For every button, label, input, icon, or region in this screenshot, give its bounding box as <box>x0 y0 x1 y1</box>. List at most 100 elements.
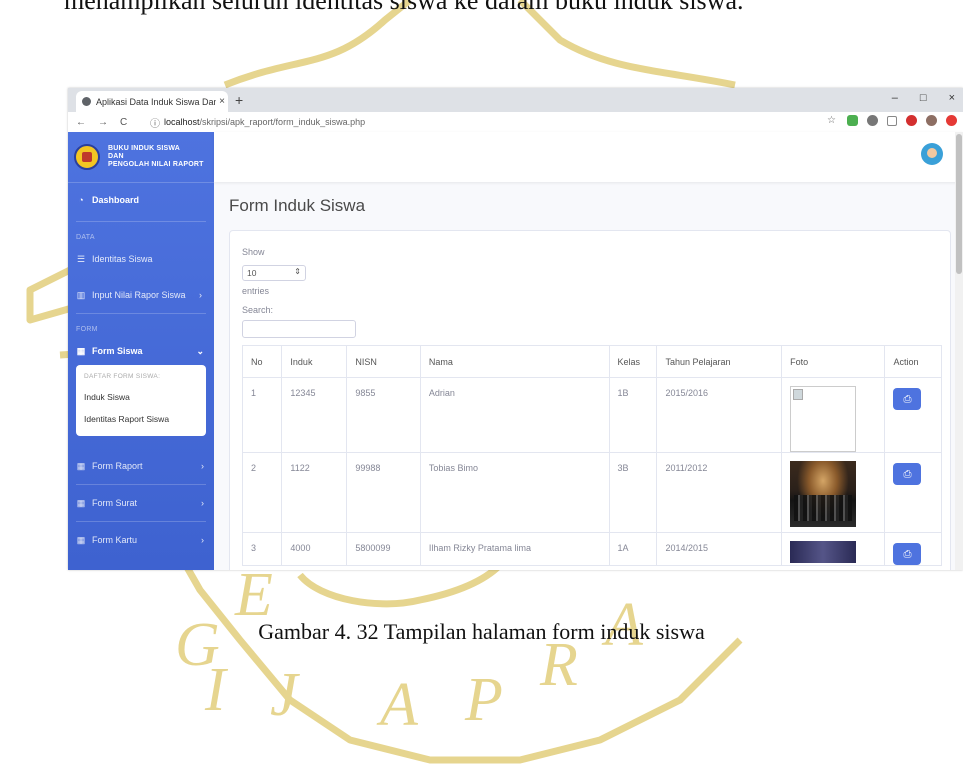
cell-action: ⎙ <box>884 452 942 533</box>
vertical-scrollbar[interactable] <box>955 132 963 570</box>
sidebar-item-label: Identitas Siswa <box>92 254 153 264</box>
sidebar-item-identitas-siswa[interactable]: ☰ Identitas Siswa <box>68 245 214 273</box>
new-tab-button[interactable]: + <box>235 92 243 108</box>
chevron-right-icon: › <box>201 498 204 508</box>
sidebar-item-label: Form Kartu <box>92 535 138 545</box>
close-window-icon[interactable]: × <box>949 92 955 104</box>
print-button[interactable]: ⎙ <box>893 543 922 565</box>
column-header[interactable]: Foto <box>781 345 886 378</box>
print-button[interactable]: ⎙ <box>893 463 922 485</box>
admin-app: BUKU INDUK SISWA DAN PENGOLAH NILAI RAPO… <box>68 132 963 570</box>
sidebar-item-label: Form Raport <box>92 461 143 471</box>
forward-icon[interactable]: → <box>98 117 108 128</box>
sidebar-item-dashboard[interactable]: ◔ Dashboard <box>68 183 214 217</box>
browser-tab[interactable]: Aplikasi Data Induk Siswa Dan N × <box>76 91 228 112</box>
sidebar-heading-data: DATA <box>76 234 95 241</box>
extension-icon[interactable] <box>867 115 878 126</box>
document-text-line: menampilkan seluruh identitas siswa ke d… <box>64 0 744 15</box>
main-content: Form Induk Siswa Show 10 ⇕ entries Searc… <box>214 132 963 570</box>
watermark-letter: A <box>380 671 418 739</box>
cell-nisn: 5800099 <box>346 532 421 566</box>
sidebar-item-form-raport[interactable]: ▦ Form Raport › <box>68 452 214 480</box>
watermark-letter: I <box>205 656 226 724</box>
print-icon: ⎙ <box>903 548 912 560</box>
table-row: 3 4000 5800099 Ilham Rizky Pratama lima … <box>241 532 942 566</box>
sidebar-item-label: Form Surat <box>92 498 138 508</box>
cell-kelas: 1A <box>608 532 658 566</box>
cell-tahun: 2015/2016 <box>656 377 783 453</box>
cell-nisn: 99988 <box>346 452 421 533</box>
column-header[interactable]: Nama <box>419 345 610 378</box>
entries-select[interactable]: 10 ⇕ <box>242 265 306 281</box>
sidebar-item-form-kartu[interactable]: ▦ Form Kartu › <box>68 526 214 554</box>
datatable-card: Show 10 ⇕ entries Search: No Induk NISN … <box>229 230 951 570</box>
submenu-item-induk-siswa[interactable]: Induk Siswa <box>76 386 206 408</box>
extension-icon[interactable] <box>946 115 957 126</box>
print-button[interactable]: ⎙ <box>893 388 922 410</box>
minimize-icon[interactable]: – <box>892 92 898 104</box>
sidebar-item-label: Dashboard <box>92 195 140 205</box>
chart-icon: ▥ <box>76 289 86 300</box>
brand-line: BUKU INDUK SISWA <box>108 145 181 152</box>
form-siswa-submenu: DAFTAR FORM SISWA: Induk Siswa Identitas… <box>76 365 206 436</box>
cell-nisn: 9855 <box>346 377 421 453</box>
chevron-right-icon: › <box>199 290 202 300</box>
app-screenshot: Aplikasi Data Induk Siswa Dan N × + – □ … <box>68 88 963 570</box>
entries-label: entries <box>242 286 270 296</box>
sidebar-divider <box>76 313 206 314</box>
column-header[interactable]: Kelas <box>608 345 658 378</box>
cell-action: ⎙ <box>884 532 942 566</box>
reload-icon[interactable]: C <box>120 117 127 128</box>
sidebar-brand[interactable]: BUKU INDUK SISWA DAN PENGOLAH NILAI RAPO… <box>68 132 214 183</box>
submenu-item-identitas-raport[interactable]: Identitas Raport Siswa <box>76 408 206 430</box>
sidebar-item-input-nilai[interactable]: ▥ Input Nilai Rapor Siswa › <box>68 281 214 309</box>
favicon-icon <box>82 97 91 106</box>
column-header[interactable]: Action <box>884 345 942 378</box>
cell-no: 2 <box>241 452 283 533</box>
tab-close-icon[interactable]: × <box>216 96 228 107</box>
cell-no: 3 <box>241 532 283 566</box>
cell-kelas: 3B <box>608 452 658 533</box>
url-field[interactable]: localhost/skripsi/apk_raport/form_induk_… <box>164 117 365 127</box>
brand-line: DAN <box>108 153 124 160</box>
tab-title: Aplikasi Data Induk Siswa Dan N <box>96 96 216 107</box>
column-header[interactable]: Induk <box>281 345 348 378</box>
list-icon: ☰ <box>76 253 86 264</box>
search-label: Search: <box>242 305 274 315</box>
site-info-icon[interactable]: ⓘ <box>150 115 160 130</box>
top-navbar <box>214 132 963 182</box>
extensions-tray: ☆ <box>827 115 957 126</box>
browser-tab-bar: Aplikasi Data Induk Siswa Dan N × + – □ … <box>68 88 963 112</box>
column-header[interactable]: No <box>241 345 283 378</box>
cell-action: ⎙ <box>884 377 942 453</box>
cell-kelas: 1B <box>608 377 658 453</box>
table-row: 1 12345 9855 Adrian 1B 2015/2016 ⎙ <box>241 377 942 453</box>
column-header[interactable]: NISN <box>346 345 421 378</box>
sidebar-item-form-surat[interactable]: ▦ Form Surat › <box>68 489 214 517</box>
table-icon: ▦ <box>76 497 86 508</box>
extension-icon[interactable] <box>906 115 917 126</box>
select-arrow-icon: ⇕ <box>294 267 301 276</box>
cell-induk: 4000 <box>281 532 348 566</box>
bookmark-star-icon[interactable]: ☆ <box>827 115 838 126</box>
sidebar-item-form-siswa[interactable]: ▦ Form Siswa ⌄ <box>68 337 214 365</box>
profile-icon[interactable] <box>926 115 937 126</box>
column-header[interactable]: Tahun Pelajaran <box>656 345 783 378</box>
show-label: Show <box>242 247 265 257</box>
brand-line: PENGOLAH NILAI RAPORT <box>108 161 204 168</box>
cell-nama: Tobias Bimo <box>419 452 610 533</box>
chevron-down-icon: ⌄ <box>196 345 204 356</box>
search-input[interactable] <box>242 320 356 338</box>
broken-image-icon <box>790 386 857 452</box>
cell-foto <box>781 532 886 566</box>
watermark-letter: J <box>270 661 298 729</box>
back-icon[interactable]: ← <box>76 117 86 128</box>
extension-icon[interactable] <box>887 115 897 126</box>
address-bar: ← → C ⓘ localhost/skripsi/apk_raport/for… <box>68 112 963 133</box>
induk-siswa-table: No Induk NISN Nama Kelas Tahun Pelajaran… <box>241 345 942 566</box>
maximize-icon[interactable]: □ <box>920 92 927 104</box>
extension-icon[interactable] <box>847 115 858 126</box>
page-title: Form Induk Siswa <box>229 196 366 215</box>
cell-nama: Adrian <box>419 377 610 453</box>
user-avatar[interactable] <box>921 143 943 165</box>
